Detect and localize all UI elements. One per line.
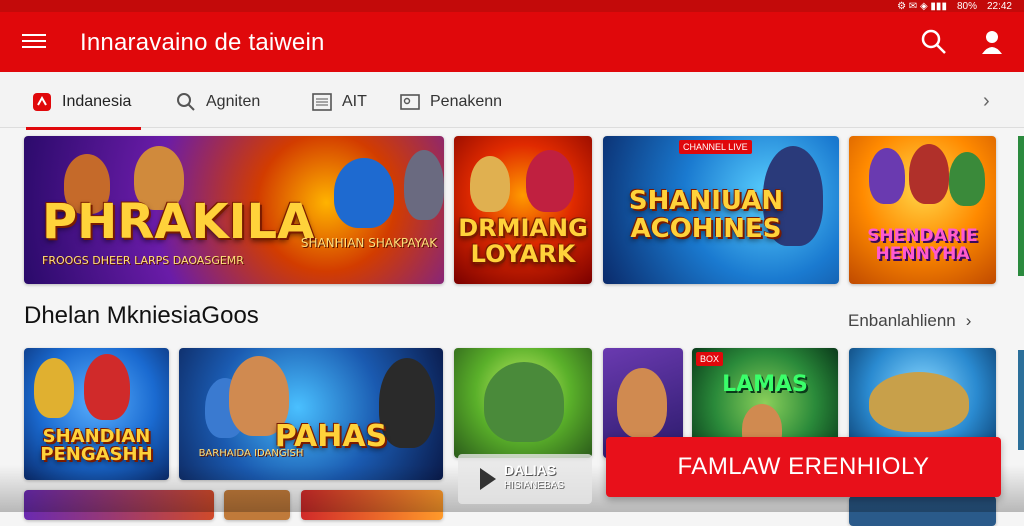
menu-icon[interactable] <box>22 30 46 54</box>
tab-label: AIT <box>342 93 367 110</box>
game-title-2: PENGASHH <box>40 444 153 465</box>
search-icon <box>177 93 195 111</box>
tab-label: Indanesia <box>62 93 132 110</box>
tab-label: Penakenn <box>430 93 503 110</box>
play-label: DALIAS <box>504 462 557 478</box>
app-bar: Innaravaino de taiwein <box>0 12 1024 72</box>
app-icon <box>33 93 51 111</box>
tab-label: Agniten <box>206 93 261 110</box>
featured-card-4[interactable]: SHENDARIE HENNYHA <box>849 136 996 284</box>
featured-card-2[interactable]: DRMIANG LOYARK <box>454 136 592 284</box>
featured-card-3[interactable]: CHANNEL LIVE SHANIUAN ACOHINES <box>603 136 839 284</box>
tab-indanesia[interactable]: Indanesia <box>26 86 142 130</box>
featured-title: SHANIUAN <box>628 186 784 216</box>
featured-subtitle: FROOGS DHEER LARPS DAOASGEMR <box>42 254 244 267</box>
chevron-right-icon: › <box>965 311 972 330</box>
section-see-all[interactable]: Enbanlahlienn › <box>848 311 971 331</box>
battery-label: 80% <box>956 0 977 12</box>
active-tab-indicator <box>26 127 142 130</box>
tab-penakenn[interactable]: Penakenn <box>400 86 502 118</box>
app-title: Innaravaino de taiwein <box>80 29 325 56</box>
game-card-row3-4[interactable] <box>849 496 996 526</box>
tab-bar: Indanesia Agniten AIT Penakenn › <box>0 72 1024 130</box>
search-icon[interactable] <box>920 28 948 56</box>
featured-subtitle-2: SHANHIAN SHAKPAYAK <box>300 236 438 250</box>
section-title: Dhelan MkniesiaGoos <box>24 302 259 329</box>
game-card-row3-1[interactable] <box>24 490 214 520</box>
featured-title: DRMIANG <box>458 214 588 242</box>
game-title: LAMAS <box>722 372 808 397</box>
featured-card-1[interactable]: PHRAKILA FROOGS DHEER LARPS DAOASGEMR SH… <box>24 136 444 284</box>
game-card-1[interactable]: SHANDIAN PENGASHH <box>24 348 169 480</box>
game-badge: BOX <box>696 352 724 366</box>
featured-title-2: HENNYHA <box>875 244 970 264</box>
game-card-row3-3[interactable] <box>301 490 443 520</box>
featured-title: SHENDARIE <box>867 226 978 246</box>
status-icons: ⚙ ✉ ◈ ▮▮▮ <box>897 0 947 12</box>
tab-ait[interactable]: AIT <box>312 86 367 118</box>
tab-agniten[interactable]: Agniten <box>176 86 260 118</box>
play-button[interactable]: DALIAS HISIANEBAS <box>458 454 592 504</box>
cta-button[interactable]: FAMLAW ERENHIOLY <box>606 437 1001 497</box>
chevron-right-icon[interactable]: › <box>983 90 990 113</box>
featured-title-2: LOYARK <box>470 240 576 268</box>
featured-title-2: ACOHINES <box>630 214 782 244</box>
game-card-3[interactable] <box>454 348 592 458</box>
next-card-edge <box>1018 136 1024 276</box>
game-card-2[interactable]: PAHAS BARHAIDA IDANGISH <box>179 348 443 480</box>
next-card-edge <box>1018 350 1024 450</box>
play-sublabel: HISIANEBAS <box>504 480 565 491</box>
game-card-row3-2[interactable] <box>224 490 290 520</box>
game-subtitle: BARHAIDA IDANGISH <box>198 448 304 459</box>
image-icon <box>400 94 420 110</box>
user-icon[interactable] <box>978 28 1006 56</box>
clock: 22:42 <box>986 0 1012 12</box>
live-badge: CHANNEL LIVE <box>679 140 752 154</box>
list-icon <box>312 93 332 111</box>
status-bar: ⚙ ✉ ◈ ▮▮▮ 80% 22:42 <box>0 0 1024 12</box>
see-all-label: Enbanlahlienn <box>848 311 956 330</box>
play-icon <box>480 468 496 490</box>
